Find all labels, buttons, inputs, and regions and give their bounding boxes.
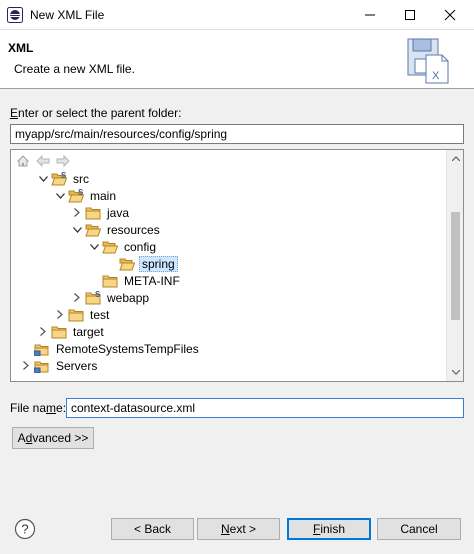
parent-folder-label: Enter or select the parent folder: <box>10 106 182 120</box>
chevron-down-icon[interactable] <box>52 188 68 204</box>
tree-item-label: main <box>90 188 117 203</box>
eclipse-icon <box>7 7 23 23</box>
tree-item-label: src <box>73 171 89 186</box>
svg-text:S: S <box>78 189 84 197</box>
next-button[interactable]: Next > <box>197 518 280 540</box>
chevron-right-icon[interactable] <box>52 307 68 323</box>
source-folder-open-icon: S <box>68 188 86 204</box>
project-folder-icon <box>34 358 52 374</box>
help-button[interactable]: ? <box>14 518 36 540</box>
chevron-right-icon[interactable] <box>35 324 51 340</box>
tree-item[interactable]: Servers <box>18 357 99 374</box>
file-name-label: File name: <box>10 401 67 415</box>
scrollbar-thumb[interactable] <box>451 212 460 320</box>
tree-item[interactable]: Smain <box>52 187 118 204</box>
window-title: New XML File <box>30 8 105 22</box>
tree-item-label: java <box>107 205 130 220</box>
tree-item-label: spring <box>139 255 178 272</box>
title-bar: New XML File <box>0 0 474 30</box>
svg-text:S: S <box>95 291 101 299</box>
svg-text:X: X <box>432 70 440 82</box>
folder-icon <box>68 307 86 323</box>
tree-item-label: RemoteSystemsTempFiles <box>56 341 199 356</box>
finish-button[interactable]: Finish <box>287 518 371 540</box>
maximize-icon <box>405 10 415 20</box>
tree-item[interactable]: RemoteSystemsTempFiles <box>18 340 201 357</box>
svg-text:?: ? <box>21 522 28 537</box>
source-folder-icon: S <box>85 290 103 306</box>
folder-tree[interactable]: Ssrc Smain java resources config spring META-I… <box>10 149 464 382</box>
tree-item[interactable]: Swebapp <box>69 289 151 306</box>
forward-arrow-icon[interactable] <box>55 153 71 169</box>
wizard-title: XML <box>8 41 34 55</box>
tree-item[interactable]: spring <box>103 255 178 272</box>
tree-item[interactable]: META-INF <box>86 272 182 289</box>
project-folder-icon <box>34 341 52 357</box>
scroll-up-icon[interactable] <box>447 150 463 167</box>
svg-text:S: S <box>61 172 67 180</box>
scroll-down-icon[interactable] <box>447 364 463 381</box>
tree-item-label: webapp <box>107 290 150 305</box>
chevron-right-icon[interactable] <box>18 358 34 374</box>
tree-item-label: test <box>90 307 110 322</box>
parent-folder-input[interactable] <box>10 124 464 144</box>
chevron-right-icon[interactable] <box>69 205 85 221</box>
tree-item[interactable]: java <box>69 204 131 221</box>
back-button[interactable]: < Back <box>111 518 194 540</box>
chevron-down-icon[interactable] <box>35 171 51 187</box>
folder-icon <box>85 205 103 221</box>
xml-file-wizard-icon: X <box>407 38 449 84</box>
folder-icon <box>51 324 69 340</box>
back-arrow-icon[interactable] <box>35 153 51 169</box>
chevron-down-icon[interactable] <box>86 239 102 255</box>
advanced-button[interactable]: Ad vanced >> <box>12 427 94 449</box>
tree-item[interactable]: resources <box>69 221 162 238</box>
tree-item-label: config <box>124 239 157 254</box>
tree-item-label: target <box>73 324 104 339</box>
tree-item-label: Servers <box>56 358 98 373</box>
tree-item[interactable]: Ssrc <box>35 170 91 187</box>
home-icon[interactable] <box>15 153 31 169</box>
chevron-down-icon[interactable] <box>69 222 85 238</box>
folder-icon <box>102 273 120 289</box>
chevron-right-icon[interactable] <box>69 290 85 306</box>
tree-scrollbar[interactable] <box>446 150 463 381</box>
minimize-icon <box>365 14 375 16</box>
wizard-description: Create a new XML file. <box>14 62 135 76</box>
close-icon <box>444 9 456 21</box>
tree-toolbar <box>15 152 71 170</box>
folder-open-icon <box>119 256 137 272</box>
folder-open-icon <box>85 222 103 238</box>
file-name-input[interactable] <box>66 398 464 418</box>
folder-open-icon <box>102 239 120 255</box>
tree-item-label: META-INF <box>124 273 180 288</box>
minimize-button[interactable] <box>353 2 387 28</box>
close-button[interactable] <box>433 2 467 28</box>
help-icon: ? <box>14 518 36 540</box>
tree-item[interactable]: config <box>86 238 158 255</box>
tree-item-label: resources <box>107 222 160 237</box>
source-folder-open-icon: S <box>51 171 69 187</box>
cancel-button[interactable]: Cancel <box>377 518 461 540</box>
tree-item[interactable]: test <box>52 306 111 323</box>
maximize-button[interactable] <box>393 2 427 28</box>
wizard-header: XML Create a new XML file. X <box>0 30 474 89</box>
tree-item[interactable]: target <box>35 323 106 340</box>
